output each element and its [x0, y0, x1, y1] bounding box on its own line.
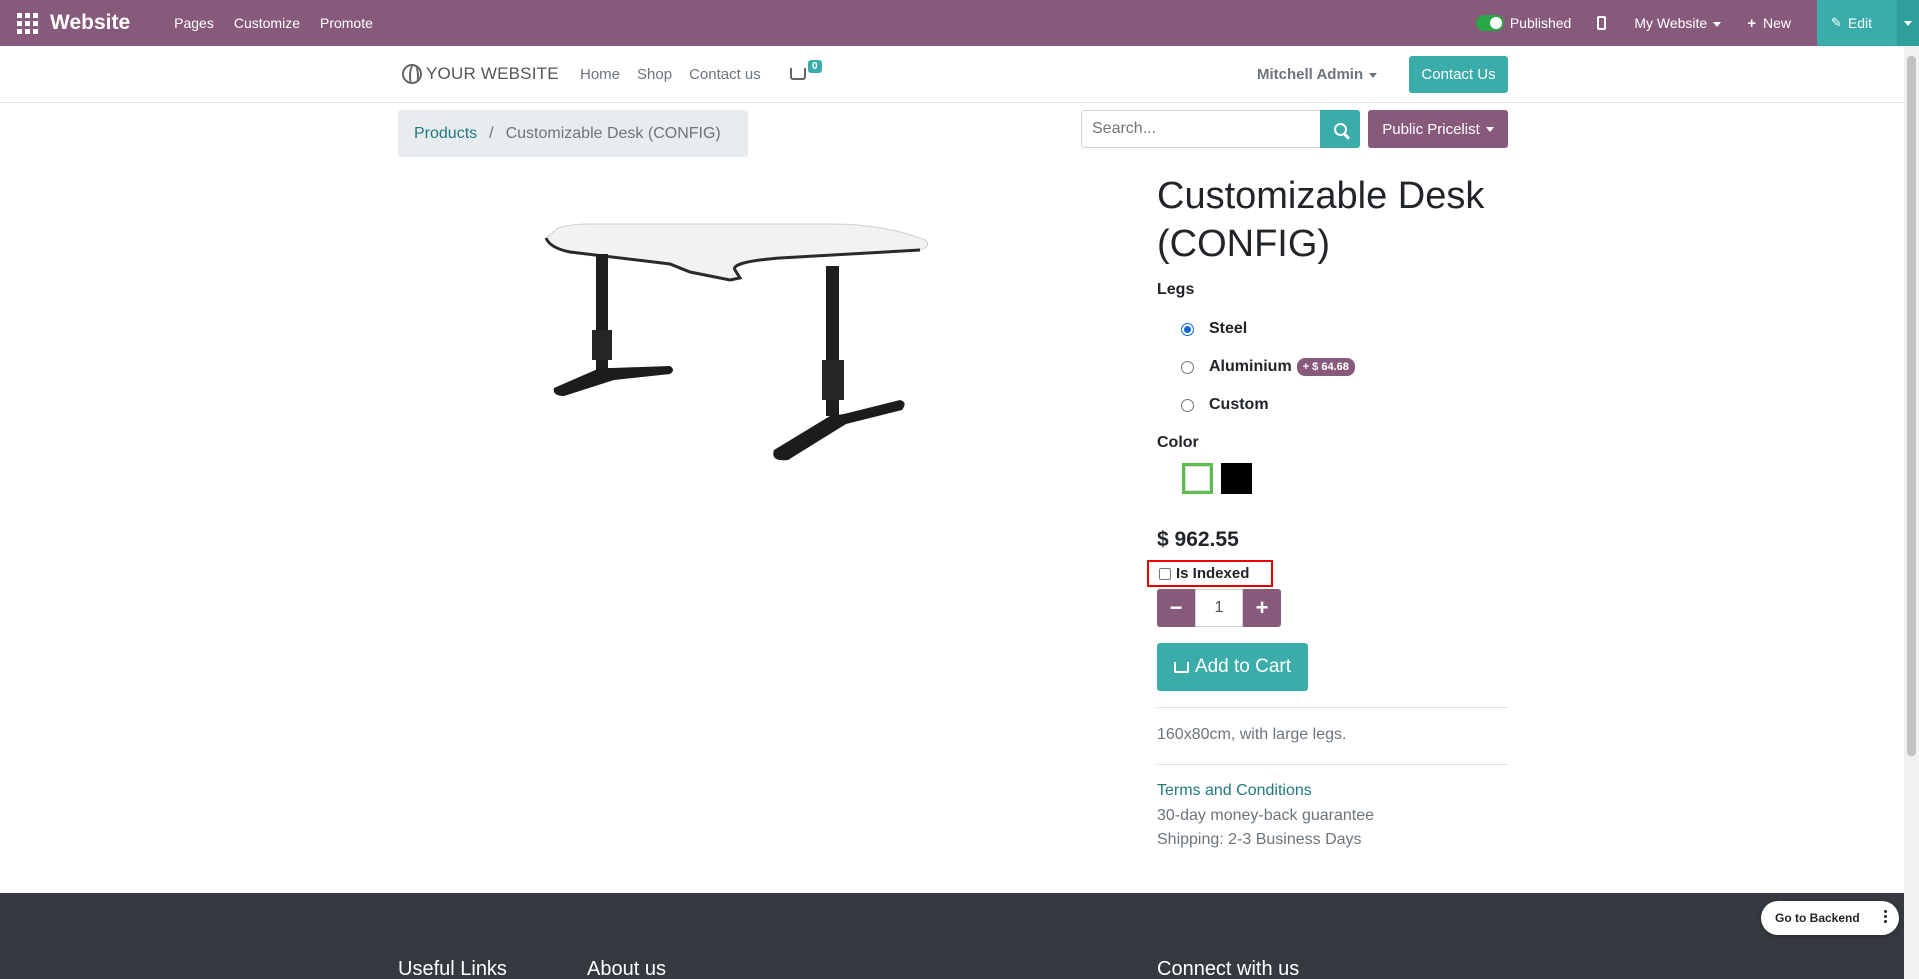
website-switcher-label: My Website — [1634, 15, 1708, 31]
legs-option-label: Aluminium — [1209, 358, 1292, 375]
guarantee-text: 30-day money-back guarantee — [1157, 807, 1375, 824]
add-to-cart-button[interactable]: Add to Cart — [1157, 643, 1308, 691]
color-label: Color — [1157, 434, 1199, 451]
site-header: YOUR WEBSITE Home Shop Contact us 0 Mitc… — [0, 46, 1904, 103]
pricelist-label: Public Pricelist — [1382, 120, 1480, 138]
published-label[interactable]: Published — [1510, 15, 1572, 31]
chevron-down-icon — [1904, 20, 1912, 26]
divider — [1157, 764, 1508, 765]
logo-text: YOUR WEBSITE — [426, 64, 559, 83]
color-swatch-black[interactable] — [1221, 463, 1252, 494]
editor-bar-right: Published My Website + New ✎ Edit — [1475, 0, 1919, 46]
mobile-preview-icon[interactable] — [1597, 16, 1607, 30]
site-footer — [0, 893, 1904, 979]
apps-menu-icon[interactable] — [14, 10, 40, 36]
globe-icon — [402, 64, 422, 84]
user-menu[interactable]: Mitchell Admin — [1257, 66, 1378, 83]
cart-icon — [1173, 661, 1189, 673]
breadcrumb-products-link[interactable]: Products — [414, 125, 477, 143]
contact-us-button[interactable]: Contact Us — [1409, 56, 1508, 93]
edit-button[interactable]: ✎ Edit — [1817, 0, 1897, 46]
edit-dropdown-toggle[interactable] — [1897, 0, 1919, 46]
product-image[interactable] — [530, 210, 1000, 530]
footer-about-title: About us — [587, 958, 666, 979]
more-options-icon[interactable] — [1884, 910, 1887, 923]
terms-link[interactable]: Terms and Conditions — [1157, 782, 1312, 800]
breadcrumb: Products / Customizable Desk (CONFIG) — [398, 110, 748, 157]
published-toggle[interactable] — [1475, 15, 1504, 31]
shipping-text: Shipping: 2-3 Business Days — [1157, 831, 1362, 848]
is-indexed-field: Is Indexed — [1147, 560, 1273, 587]
footer-connect-title: Connect with us — [1157, 958, 1300, 979]
main-nav: Home Shop Contact us — [580, 66, 778, 83]
footer-useful-links-title: Useful Links — [398, 958, 507, 979]
search-button[interactable] — [1320, 110, 1360, 148]
cart-link[interactable]: 0 — [790, 60, 822, 80]
page-scrollbar[interactable] — [1904, 46, 1919, 979]
product-price: $ 962.55 — [1157, 528, 1239, 551]
site-logo[interactable]: YOUR WEBSITE — [402, 64, 559, 84]
product-description: 160x80cm, with large legs. — [1157, 726, 1347, 743]
cart-count-badge: 0 — [808, 60, 822, 73]
add-to-cart-label: Add to Cart — [1194, 656, 1292, 677]
search-icon — [1333, 122, 1347, 136]
user-name: Mitchell Admin — [1257, 66, 1364, 83]
nav-home[interactable]: Home — [580, 66, 620, 83]
is-indexed-checkbox[interactable] — [1159, 567, 1171, 580]
plus-icon: + — [1747, 14, 1756, 32]
product-title: Customizable Desk (CONFIG) — [1157, 175, 1485, 265]
quantity-input[interactable] — [1195, 589, 1243, 627]
price-extra-badge: + $ 64.68 — [1296, 358, 1355, 376]
go-to-backend-button[interactable]: Go to Backend — [1761, 901, 1899, 935]
breadcrumb-separator: / — [489, 124, 494, 142]
legs-option-aluminium[interactable]: Aluminium + $ 64.68 — [1181, 358, 1355, 376]
new-button[interactable]: + New — [1747, 15, 1791, 32]
chevron-down-icon — [1369, 72, 1378, 78]
legs-option-steel[interactable]: Steel — [1181, 320, 1247, 338]
product-search-input[interactable] — [1081, 110, 1321, 148]
new-button-label: New — [1762, 14, 1791, 31]
legs-option-label: Custom — [1209, 396, 1269, 413]
is-indexed-label: Is Indexed — [1176, 565, 1250, 582]
breadcrumb-current: Customizable Desk (CONFIG) — [505, 124, 721, 142]
nav-contact[interactable]: Contact us — [689, 66, 761, 83]
radio-custom[interactable] — [1181, 398, 1194, 412]
chevron-down-icon — [1713, 21, 1722, 27]
scrollbar-thumb[interactable] — [1907, 56, 1916, 756]
quantity-increase-button[interactable]: + — [1243, 589, 1281, 627]
edit-button-label: Edit — [1847, 15, 1873, 31]
pricelist-dropdown[interactable]: Public Pricelist — [1368, 110, 1508, 148]
legs-option-label: Steel — [1209, 320, 1248, 337]
go-to-backend-label: Go to Backend — [1775, 911, 1860, 925]
radio-aluminium[interactable] — [1181, 360, 1194, 374]
editor-top-bar: Website Pages Customize Promote Publishe… — [0, 0, 1919, 46]
quantity-stepper: − + — [1157, 589, 1281, 627]
website-switcher[interactable]: My Website — [1634, 15, 1722, 31]
chevron-down-icon — [1485, 126, 1494, 132]
menu-promote[interactable]: Promote — [320, 15, 373, 31]
cart-icon — [790, 68, 806, 80]
pencil-icon: ✎ — [1831, 15, 1842, 30]
legs-option-custom[interactable]: Custom — [1181, 396, 1269, 414]
menu-customize[interactable]: Customize — [234, 15, 300, 31]
radio-steel[interactable] — [1181, 322, 1194, 336]
nav-shop[interactable]: Shop — [637, 66, 672, 83]
color-swatch-white[interactable] — [1182, 463, 1213, 494]
menu-pages[interactable]: Pages — [174, 15, 214, 31]
divider — [1157, 707, 1508, 708]
app-brand: Website — [50, 11, 131, 34]
quantity-decrease-button[interactable]: − — [1157, 589, 1195, 627]
legs-label: Legs — [1157, 281, 1195, 298]
